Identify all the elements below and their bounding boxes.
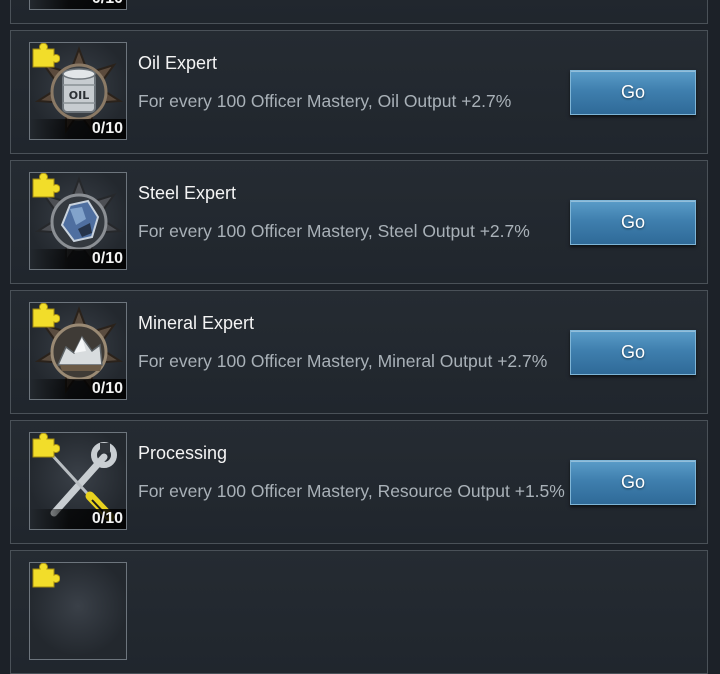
puzzle-badge-icon xyxy=(32,303,60,328)
skill-title: Processing xyxy=(138,443,228,463)
skill-icon-frame: OIL 0/10 xyxy=(29,42,127,140)
skill-icon-frame xyxy=(29,562,127,660)
puzzle-badge-icon xyxy=(32,43,60,68)
skill-description: For every 100 Officer Mastery, Oil Outpu… xyxy=(138,91,512,111)
skill-card-mineral-expert: 0/10 Mineral Expert For every 100 Office… xyxy=(10,290,708,414)
skill-card-oil-expert: OIL 0/10 Oil Expert For every 100 Office… xyxy=(10,30,708,154)
go-button[interactable]: Go xyxy=(570,330,696,375)
skill-level: 0/10 xyxy=(30,0,126,9)
skill-card-partial-bottom xyxy=(10,550,708,674)
skill-icon-frame: 0/10 xyxy=(29,432,127,530)
skill-title: Oil Expert xyxy=(138,53,218,73)
skill-card-partial-top: 0/10 xyxy=(10,0,708,24)
skill-level: 0/10 xyxy=(30,119,126,139)
skill-icon-frame: 0/10 xyxy=(29,0,127,10)
skill-title: Mineral Expert xyxy=(138,313,255,333)
skill-level: 0/10 xyxy=(30,249,126,269)
puzzle-badge-icon xyxy=(32,563,60,588)
go-button[interactable]: Go xyxy=(570,70,696,115)
puzzle-badge-icon xyxy=(32,433,60,458)
skill-icon-frame: 0/10 xyxy=(29,172,127,270)
puzzle-badge-icon xyxy=(32,173,60,198)
go-button[interactable]: Go xyxy=(570,460,696,505)
go-button[interactable]: Go xyxy=(570,200,696,245)
skill-description: For every 100 Officer Mastery, Mineral O… xyxy=(138,351,548,371)
skill-icon-frame: 0/10 xyxy=(29,302,127,400)
svg-text:OIL: OIL xyxy=(69,89,89,102)
skill-description: For every 100 Officer Mastery, Steel Out… xyxy=(138,221,530,241)
skill-title: Steel Expert xyxy=(138,183,237,203)
skill-level: 0/10 xyxy=(30,379,126,399)
skill-list: 0/10 OIL 0/10 Oil Expert For every 100 O… xyxy=(0,0,720,674)
skill-level: 0/10 xyxy=(30,509,126,529)
skill-card-processing: 0/10 Processing For every 100 Officer Ma… xyxy=(10,420,708,544)
skill-description: For every 100 Officer Mastery, Resource … xyxy=(138,481,565,501)
skill-card-steel-expert: 0/10 Steel Expert For every 100 Officer … xyxy=(10,160,708,284)
